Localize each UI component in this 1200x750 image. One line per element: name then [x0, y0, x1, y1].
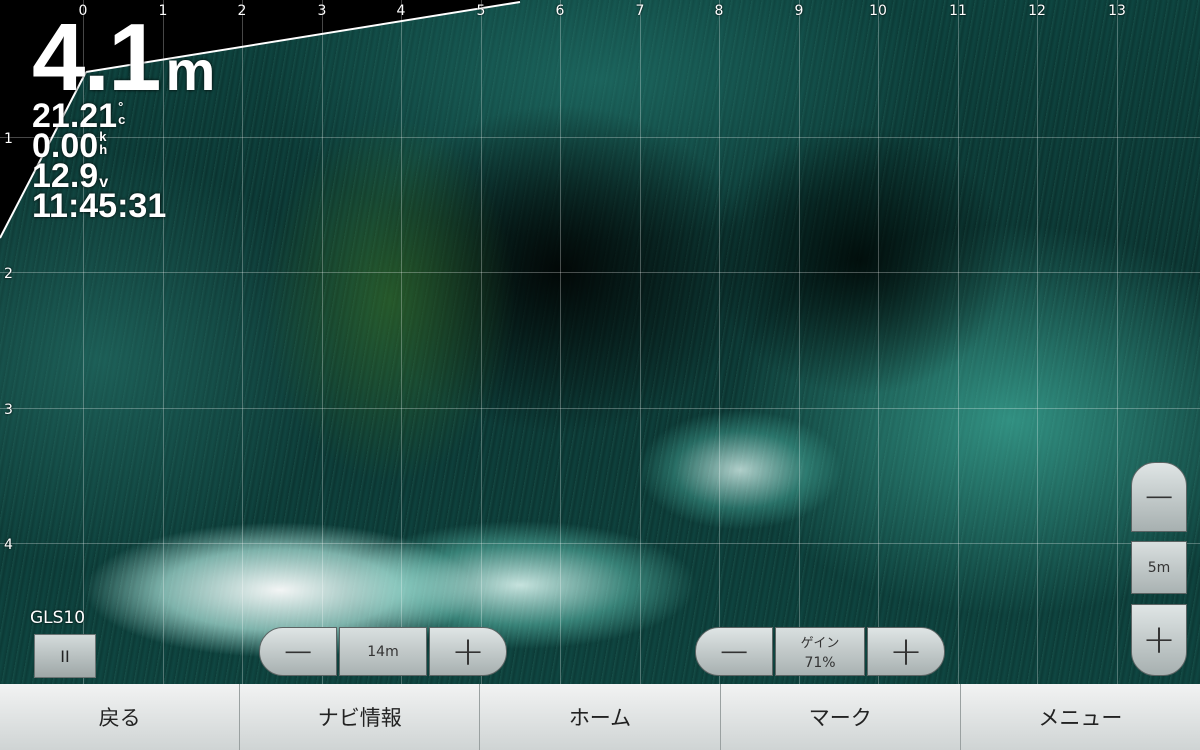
plus-icon: +: [1142, 617, 1176, 663]
pause-button[interactable]: II: [34, 634, 96, 678]
zoom-plus-button[interactable]: +: [1131, 604, 1187, 676]
grid-line: [958, 0, 959, 684]
zoom-value-button[interactable]: 5m: [1131, 541, 1187, 594]
grid-line: [560, 0, 561, 684]
x-tick-label: 2: [237, 3, 247, 19]
y-tick-label: 4: [4, 537, 13, 553]
gain-plus-button[interactable]: +: [867, 627, 945, 676]
plus-icon: +: [889, 628, 923, 675]
grid-line: [0, 137, 1200, 138]
x-tick-label: 13: [1108, 3, 1126, 19]
x-tick-label: 5: [476, 3, 486, 19]
grid-line: [0, 272, 1200, 273]
minus-icon: −: [1142, 474, 1176, 520]
x-tick-label: 11: [949, 3, 967, 19]
y-tick-label: 3: [4, 402, 13, 418]
x-tick-label: 10: [869, 3, 887, 19]
grid-line: [0, 408, 1200, 409]
minus-icon: −: [717, 628, 751, 675]
home-button[interactable]: ホーム: [480, 684, 721, 750]
temperature-unit-bottom: c: [118, 112, 126, 127]
grid-line: [640, 0, 641, 684]
zoom-value: 5m: [1147, 559, 1171, 576]
gain-minus-button[interactable]: −: [695, 627, 773, 676]
minus-icon: −: [281, 628, 315, 675]
x-tick-label: 12: [1028, 3, 1046, 19]
y-tick-label: 2: [4, 266, 13, 282]
x-tick-label: 6: [555, 3, 565, 19]
gain-label: ゲイン: [800, 636, 840, 651]
grid-line: [719, 0, 720, 684]
zoom-minus-button[interactable]: −: [1131, 462, 1187, 532]
grid-line: [242, 0, 243, 684]
gain-value: 71%: [804, 655, 836, 671]
grid-line: [481, 0, 482, 684]
grid-line: [799, 0, 800, 684]
x-tick-label: 9: [794, 3, 804, 19]
x-tick-label: 7: [635, 3, 645, 19]
y-tick-label: 1: [4, 131, 13, 147]
x-tick-label: 4: [396, 3, 406, 19]
range-value: 14m: [367, 643, 399, 660]
mark-button[interactable]: マーク: [721, 684, 961, 750]
grid-line: [1117, 0, 1118, 684]
depth-readout: 4.1 m: [32, 10, 215, 106]
bottom-navbar: 戻る ナビ情報 ホーム マーク メニュー: [0, 684, 1200, 750]
range-plus-button[interactable]: +: [429, 627, 507, 676]
depth-value: 4.1: [32, 4, 161, 111]
grid-line: [0, 543, 1200, 544]
x-tick-label: 8: [714, 3, 724, 19]
grid-line: [322, 0, 323, 684]
range-value-button[interactable]: 14m: [339, 627, 427, 676]
menu-button[interactable]: メニュー: [961, 684, 1200, 750]
nav-info-button[interactable]: ナビ情報: [240, 684, 481, 750]
time-value: 11:45:31: [32, 187, 167, 225]
time-readout: 11:45:31: [32, 187, 167, 225]
gain-value-button[interactable]: ゲイン 71%: [775, 627, 865, 676]
back-button[interactable]: 戻る: [0, 684, 241, 750]
grid-line: [878, 0, 879, 684]
grid-line: [1037, 0, 1038, 684]
speed-unit-bottom: h: [99, 142, 108, 157]
x-tick-label: 3: [317, 3, 327, 19]
depth-unit: m: [165, 39, 216, 102]
grid-line: [401, 0, 402, 684]
source-label: GLS10: [30, 608, 86, 628]
range-minus-button[interactable]: −: [259, 627, 337, 676]
plus-icon: +: [451, 628, 485, 675]
